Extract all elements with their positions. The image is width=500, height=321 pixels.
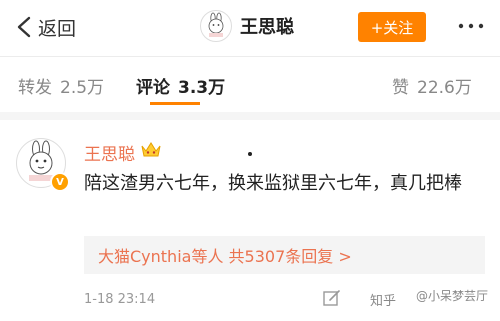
tab-repost[interactable]: 转发 2.5万 — [18, 73, 104, 98]
tab-comment-label: 评论 — [136, 78, 170, 98]
replies-summary-button[interactable]: 大猫Cynthia等人 共5307条回复 > — [84, 236, 485, 274]
cartoon-avatar-icon — [208, 12, 224, 37]
follow-button[interactable]: +关注 — [358, 12, 426, 42]
tab-like-label: 赞 — [392, 78, 409, 98]
stats-tab-bar: 转发 2.5万 评论 3.3万 赞 22.6万 — [0, 57, 500, 112]
top-nav-bar: 返回 王思聪 +关注 — [0, 0, 500, 56]
watermark-site: 知乎 — [370, 294, 397, 309]
tab-comment-count: 3.3万 — [178, 78, 226, 98]
back-button[interactable]: 返回 — [16, 12, 76, 42]
tab-like[interactable]: 赞 22.6万 — [392, 73, 472, 98]
comment-timestamp: 1-18 23:14 — [84, 292, 156, 307]
more-dots-icon — [458, 23, 484, 29]
watermark-author: @小呆梦芸厅 — [416, 289, 489, 303]
replies-summary-text: 大猫Cynthia等人 共5307条回复 > — [98, 247, 352, 266]
tab-repost-label: 转发 — [18, 78, 52, 98]
reply-edit-icon[interactable] — [322, 288, 342, 308]
active-tab-indicator — [150, 102, 200, 105]
section-divider — [0, 112, 500, 120]
comment-author[interactable]: 王思聪 — [84, 140, 135, 165]
back-label: 返回 — [38, 17, 77, 40]
more-button[interactable] — [456, 14, 486, 38]
vip-crown-icon — [141, 142, 161, 157]
verified-v-icon: V — [50, 172, 70, 192]
tab-like-count: 22.6万 — [417, 78, 472, 98]
tab-comment[interactable]: 评论 3.3万 — [136, 73, 225, 98]
page-title: 王思聪 — [240, 17, 294, 38]
stray-dot — [248, 152, 252, 156]
avatar[interactable] — [200, 10, 232, 42]
comment-text: 陪这渣男六七年，换来监狱里六七年，真几把棒 — [84, 173, 462, 194]
chevron-left-icon — [17, 16, 31, 38]
tab-repost-count: 2.5万 — [60, 78, 105, 98]
profile-header[interactable]: 王思聪 — [200, 10, 294, 42]
